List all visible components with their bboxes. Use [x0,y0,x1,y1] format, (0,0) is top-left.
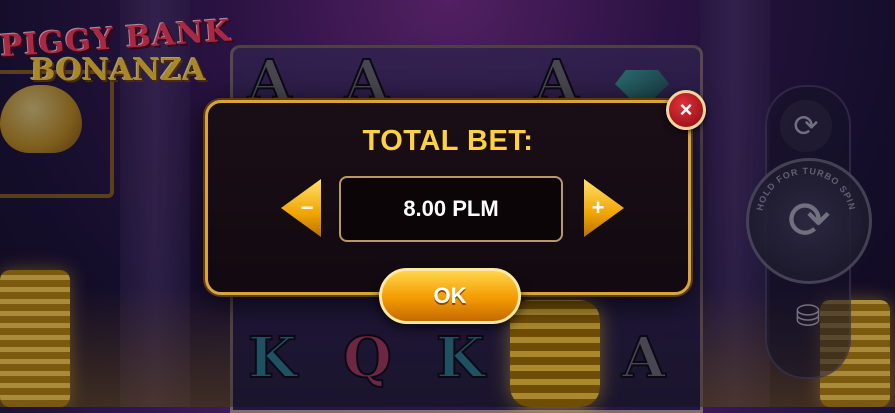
close-button[interactable]: × [666,90,706,130]
total-bet-dialog: TOTAL BET: − 8.00 PLM + [205,100,691,295]
bet-value-display: 8.00 PLM [339,176,563,242]
ok-button[interactable]: OK [379,268,521,324]
plus-icon: + [591,195,605,220]
increase-bet-button[interactable]: + [584,179,624,237]
bet-value: 8.00 PLM [403,196,499,221]
dialog-title: TOTAL BET: [362,125,534,157]
decrease-bet-button[interactable]: − [281,179,321,237]
close-icon: × [679,97,693,122]
ok-button-label: OK [433,283,467,308]
minus-icon: − [300,195,314,220]
